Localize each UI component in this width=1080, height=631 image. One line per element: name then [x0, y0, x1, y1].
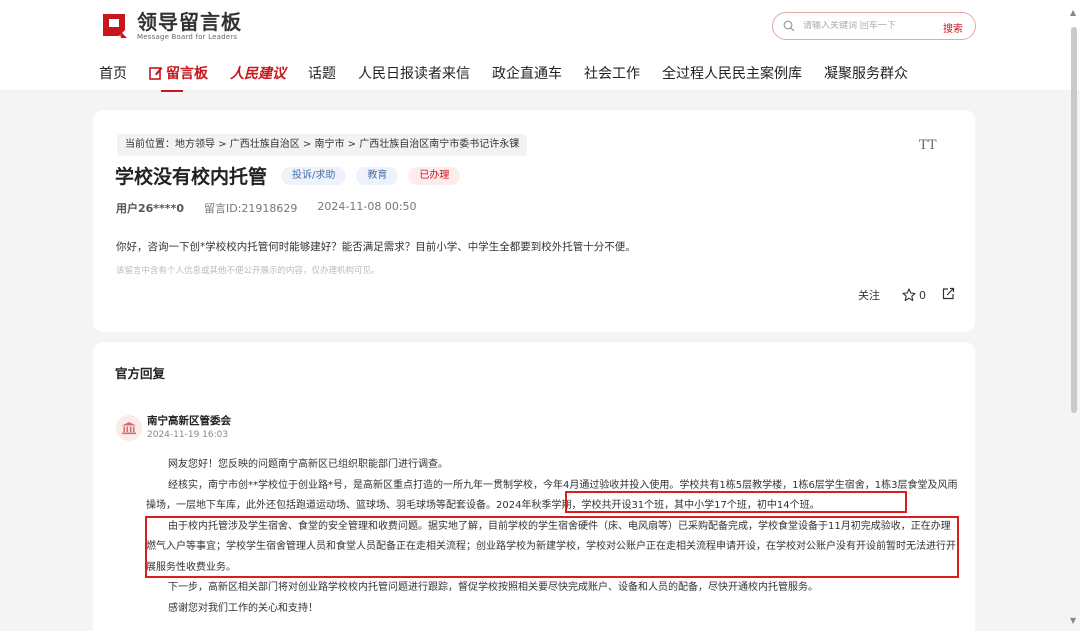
category-tag: 教育: [356, 166, 399, 185]
search-input[interactable]: [803, 21, 933, 31]
share-icon: [942, 287, 955, 300]
scroll-down-arrow[interactable]: ▼: [1070, 616, 1076, 625]
reply-paragraph: 感谢您对我们工作的关心和支持！: [168, 602, 318, 614]
nav-item-topics[interactable]: 话题: [308, 63, 336, 83]
message-time: 2024-11-08 00:50: [317, 200, 417, 213]
avatar: [116, 415, 142, 441]
logo-title: 领导留言板: [137, 9, 242, 34]
title-row: 学校没有校内托管 投诉/求助 教育 已办理: [115, 162, 470, 189]
type-tag: 投诉/求助: [281, 166, 347, 185]
search-icon: [783, 20, 795, 32]
message-content: 你好，咨询一下创*学校校内托管何时能够建好？能否满足需求？目前小学、中学生全都要…: [116, 241, 636, 253]
main-nav: 首页 留言板 人民建议 话题 人民日报读者来信 政企直通车 社会工作 全过程人民…: [99, 60, 930, 92]
font-size-icon[interactable]: TT: [919, 138, 937, 153]
nav-item-people-suggestion[interactable]: 人民建议: [230, 63, 286, 83]
nav-item-social-work[interactable]: 社会工作: [584, 63, 640, 83]
share-button[interactable]: [942, 287, 955, 303]
nav-item-serve-masses[interactable]: 凝聚服务群众: [824, 63, 908, 83]
scroll-up-arrow[interactable]: ▲: [1070, 8, 1076, 17]
scrollbar-thumb[interactable]: [1071, 27, 1077, 413]
nav-item-message-board[interactable]: 留言板: [149, 63, 208, 92]
government-building-icon: [122, 422, 136, 435]
star-icon: [902, 288, 916, 302]
follow-button[interactable]: 关注: [858, 287, 880, 303]
reply-date: 2024-11-19 16:03: [147, 430, 229, 440]
star-button[interactable]: 0: [902, 288, 926, 302]
reply-paragraph: 网友您好！您反映的问题南宁高新区已组织职能部门进行调查。: [168, 459, 448, 470]
nav-item-democracy-cases[interactable]: 全过程人民民主案例库: [662, 63, 802, 83]
message-id: 留言ID:21918629: [203, 202, 298, 215]
edit-icon: [149, 67, 163, 80]
highlight-box: [145, 516, 959, 578]
star-count: 0: [919, 288, 926, 302]
search-button[interactable]: 搜索: [943, 20, 963, 35]
nav-item-gov-enterprise[interactable]: 政企直通车: [492, 63, 562, 83]
reply-paragraph: 下一步，高新区相关部门将对创业路学校校内托管问题进行跟踪，督促学校按照相关要尽快…: [168, 582, 818, 593]
logo-icon: [103, 14, 127, 38]
highlight-box: [565, 491, 907, 513]
reply-section-title: 官方回复: [115, 366, 166, 381]
reply-org-name: 南宁高新区管委会: [147, 415, 231, 427]
site-logo[interactable]: 领导留言板 Message Board for Leaders: [99, 10, 242, 42]
privacy-note: 该留言中含有个人信息或其他不便公开展示的内容，仅办理机构可见。: [116, 266, 380, 276]
message-card: 当前位置：地方领导 > 广西壮族自治区 > 南宁市 > 广西壮族自治区南宁市委书…: [93, 110, 975, 332]
message-actions: 关注 0: [858, 287, 955, 303]
site-header: 领导留言板 Message Board for Leaders 搜索 首页 留言…: [0, 0, 1080, 92]
status-badge: 已办理: [408, 166, 461, 185]
official-reply-card: 官方回复 南宁高新区管委会 2024-11-19 16:03 网友您好！您反映的…: [93, 342, 975, 631]
user-name: 用户26****0: [116, 202, 184, 215]
search-box: 搜索: [772, 12, 976, 40]
logo-subtitle: Message Board for Leaders: [137, 32, 238, 41]
page-title: 学校没有校内托管: [115, 166, 268, 188]
nav-item-reader-letters[interactable]: 人民日报读者来信: [358, 63, 470, 83]
message-meta: 用户26****0 留言ID:21918629 2024-11-08 00:50: [116, 200, 417, 216]
nav-item-label: 留言板: [166, 66, 208, 82]
breadcrumb: 当前位置：地方领导 > 广西壮族自治区 > 南宁市 > 广西壮族自治区南宁市委书…: [117, 134, 528, 156]
nav-item-home[interactable]: 首页: [99, 63, 127, 83]
